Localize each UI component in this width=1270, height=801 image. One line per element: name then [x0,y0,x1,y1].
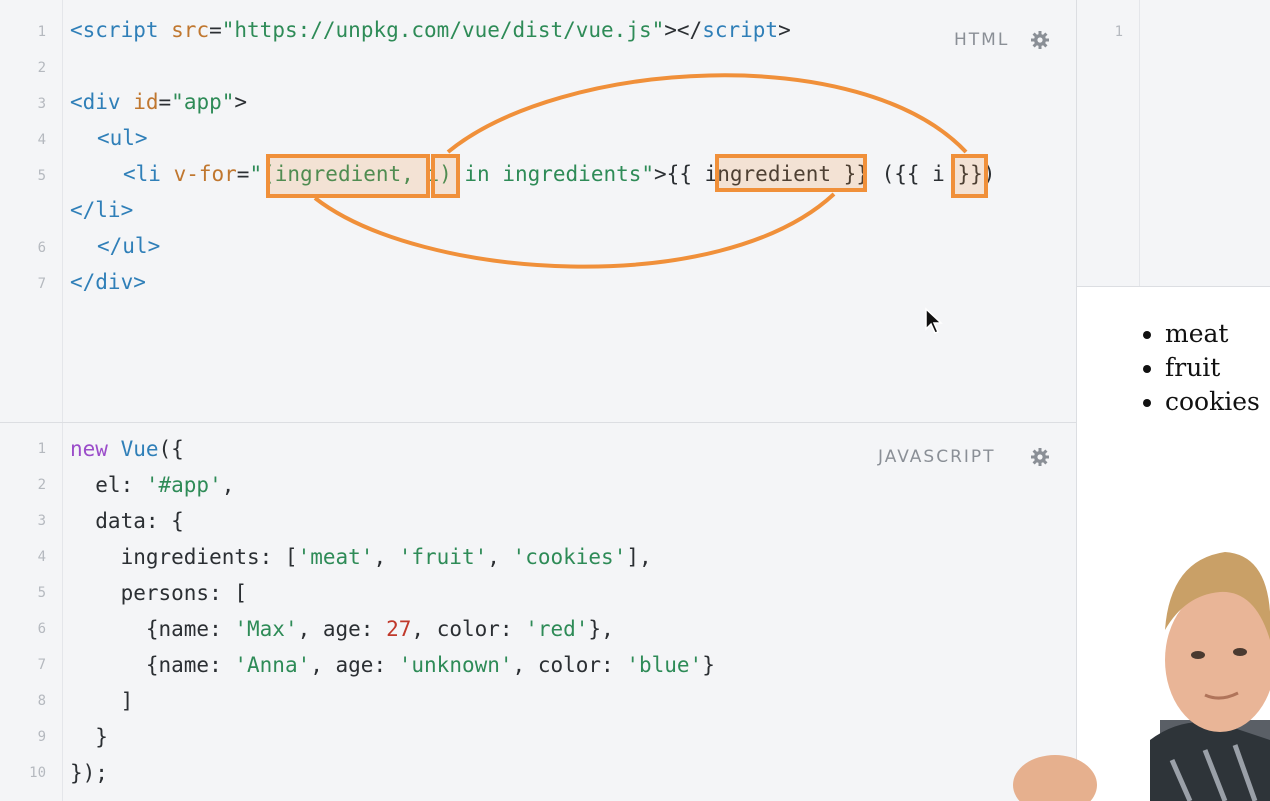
code-line-6[interactable]: </ul> [97,233,160,259]
css-editor-pane[interactable]: 1 [1077,0,1270,286]
js-line-1[interactable]: new Vue({ [70,436,184,462]
code-line-1[interactable]: <script src="https://unpkg.com/vue/dist/… [70,17,791,43]
highlight-index-param [431,154,460,198]
js-line-8[interactable]: ] [70,688,134,714]
js-line-9[interactable]: } [70,724,108,750]
js-settings-gear-icon[interactable] [1030,447,1050,467]
line-number: 1 [37,441,46,457]
html-gutter: 1 2 3 4 5 6 7 [0,0,63,422]
presenter-webcam-image [1013,552,1270,801]
js-line-7[interactable]: {name: 'Anna', age: 'unknown', color: 'b… [70,652,715,678]
line-number: 5 [37,168,46,184]
line-number: 4 [37,132,46,148]
code-line-5-wrap[interactable]: </li> [70,197,133,223]
horizontal-divider[interactable] [0,422,1076,423]
highlight-ingredient-param [266,154,430,198]
javascript-editor-pane[interactable]: 1 2 3 4 5 6 7 8 9 10 new Vue({ el: '#app… [0,423,1076,801]
code-line-4[interactable]: <ul> [97,125,148,151]
line-number: 10 [29,765,46,781]
list-item: meat [1165,317,1260,351]
list-item: cookies [1165,385,1260,419]
highlight-ingredient-output [715,154,867,192]
line-number: 9 [37,729,46,745]
js-line-5[interactable]: persons: [ [70,580,247,606]
js-gutter: 1 2 3 4 5 6 7 8 9 10 [0,423,63,801]
line-number: 1 [1114,24,1123,40]
code-line-3[interactable]: <div id="app"> [70,89,247,115]
code-line-7[interactable]: </div> [70,269,146,295]
css-gutter: 1 [1077,0,1140,286]
js-line-4[interactable]: ingredients: ['meat', 'fruit', 'cookies'… [70,544,652,570]
highlight-index-output [951,154,988,198]
js-line-2[interactable]: el: '#app', [70,472,234,498]
line-number: 7 [37,657,46,673]
mouse-cursor-icon [925,307,943,334]
js-line-3[interactable]: data: { [70,508,184,534]
line-number: 1 [37,24,46,40]
line-number: 3 [37,513,46,529]
js-line-6[interactable]: {name: 'Max', age: 27, color: 'red'}, [70,616,614,642]
line-number: 3 [37,96,46,112]
js-pane-label: JAVASCRIPT [878,447,996,467]
list-item: fruit [1165,351,1260,385]
html-pane-label: HTML [954,30,1010,50]
line-number: 2 [37,60,46,76]
line-number: 8 [37,693,46,709]
output-divider[interactable] [1077,286,1270,287]
line-number: 6 [37,621,46,637]
html-editor-pane[interactable]: 1 2 3 4 5 6 7 <script src="https://unpkg… [0,0,1076,422]
line-number: 4 [37,549,46,565]
line-number: 5 [37,585,46,601]
ingredients-list: meat fruit cookies [1117,317,1260,419]
html-settings-gear-icon[interactable] [1030,30,1050,50]
line-number: 6 [37,240,46,256]
line-number: 7 [37,276,46,292]
js-line-10[interactable]: }); [70,760,108,786]
line-number: 2 [37,477,46,493]
